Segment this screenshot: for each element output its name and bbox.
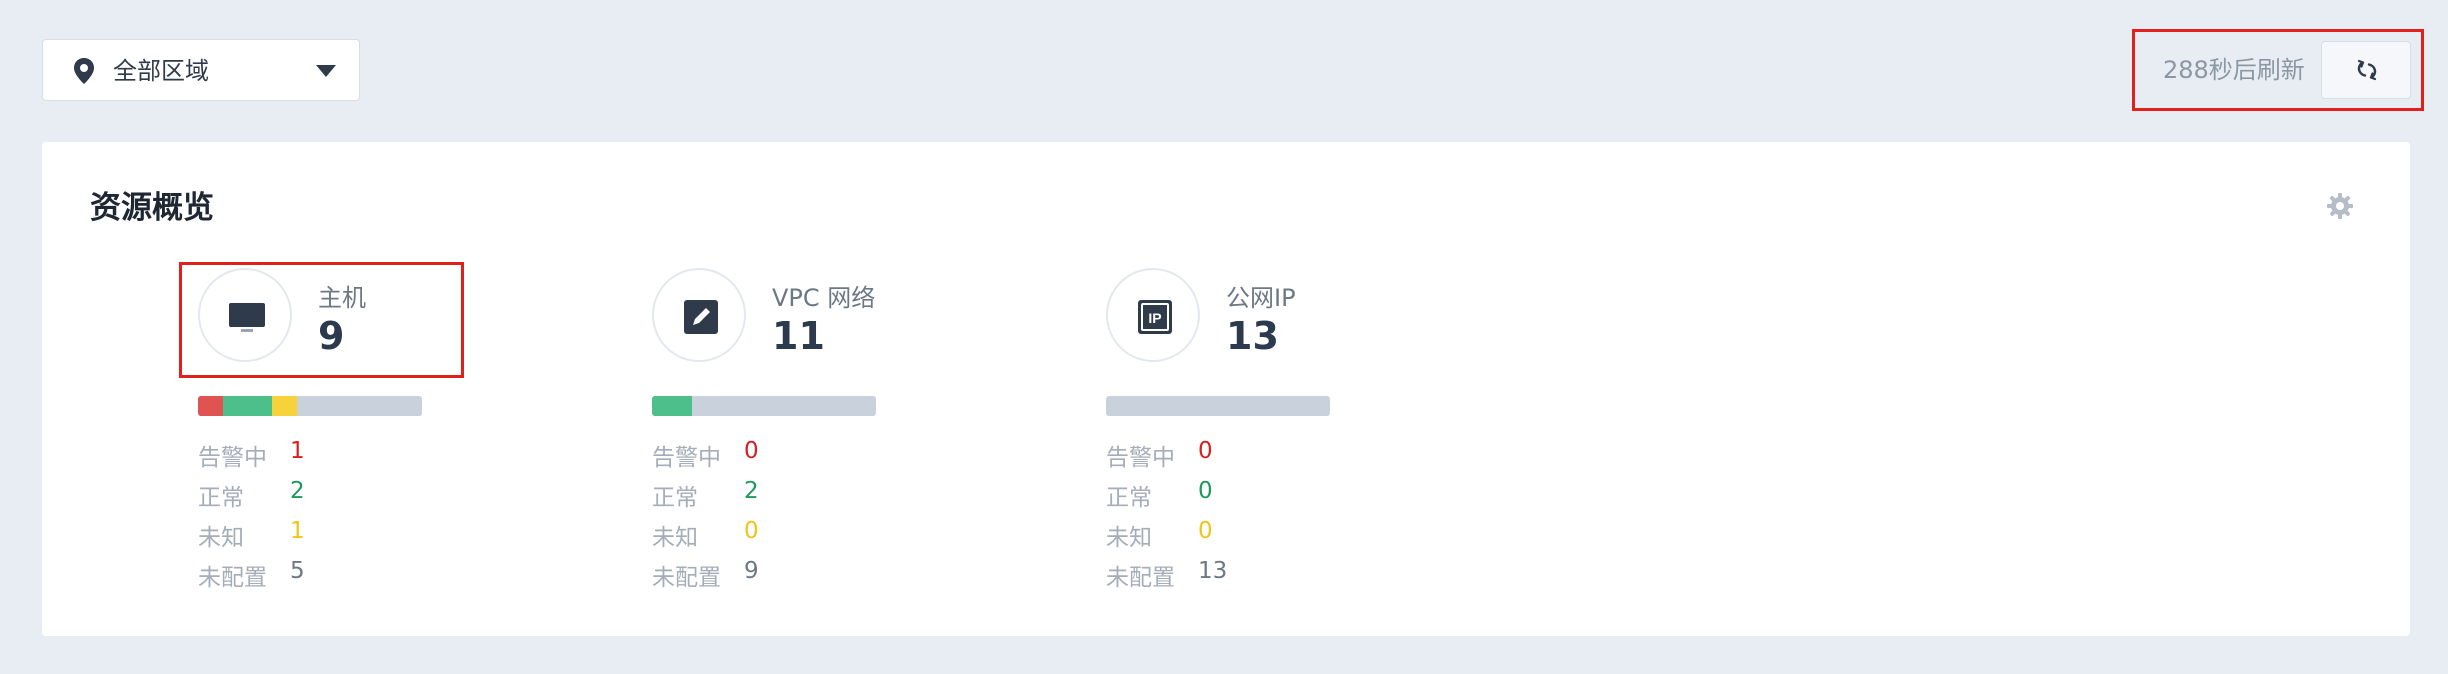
resource-count: 13 — [1226, 314, 1279, 358]
stat-label: 未配置 — [1106, 565, 1175, 591]
stat-label: 正常 — [198, 485, 244, 511]
stat-row: 告警中 0 — [652, 438, 759, 472]
stat-value: 0 — [1198, 518, 1213, 544]
stat-row: 告警中 0 — [1106, 438, 1213, 472]
stat-label: 未配置 — [652, 565, 721, 591]
stat-label: 未知 — [198, 525, 244, 551]
status-bar-alarm — [198, 396, 223, 416]
vpc-edit-icon — [684, 300, 718, 334]
region-select[interactable]: 全部区域 — [42, 39, 360, 101]
stat-row: 正常 0 — [1106, 478, 1213, 512]
stat-value: 9 — [744, 558, 759, 584]
stat-row: 未知 0 — [652, 518, 759, 552]
stat-row: 未知 0 — [1106, 518, 1213, 552]
stat-label: 告警中 — [1106, 445, 1175, 471]
stat-label: 告警中 — [652, 445, 721, 471]
refresh-countdown: 288秒后刷新 — [2163, 56, 2305, 84]
svg-text:IP: IP — [1148, 310, 1161, 326]
status-bar — [1106, 396, 1330, 416]
stat-label: 正常 — [652, 485, 698, 511]
resource-ip-icon-wrap: IP — [1106, 268, 1200, 362]
top-bar: 全部区域 288秒后刷新 — [0, 0, 2448, 140]
stat-value: 2 — [290, 478, 305, 504]
stat-row: 未知 1 — [198, 518, 305, 552]
stat-value: 5 — [290, 558, 305, 584]
status-bar-normal — [652, 396, 693, 416]
stat-value: 2 — [744, 478, 759, 504]
gear-icon[interactable] — [2326, 192, 2354, 220]
region-select-label: 全部区域 — [113, 57, 209, 85]
stat-row: 未配置 9 — [652, 558, 759, 592]
resource-count: 11 — [772, 314, 825, 358]
stat-label: 未配置 — [198, 565, 267, 591]
stat-row: 未配置 13 — [1106, 558, 1227, 592]
map-pin-icon — [74, 58, 94, 84]
stat-value: 13 — [1198, 558, 1228, 584]
status-bar-normal — [222, 396, 272, 416]
status-bar-unknown — [271, 396, 297, 416]
stat-row: 告警中 1 — [198, 438, 305, 472]
stat-value: 0 — [1198, 438, 1213, 464]
refresh-button[interactable] — [2321, 41, 2411, 99]
resource-vpc[interactable]: VPC 网络 11 告警中 0 正常 2 未知 0 未配置 9 — [652, 268, 952, 598]
caret-down-icon — [316, 65, 336, 77]
resource-name: 公网IP — [1226, 284, 1296, 312]
resource-overview-card: 资源概览 主机 9 告警中 1 正常 2 未知 1 未配置 5 VPC 网络 1… — [42, 142, 2410, 636]
refresh-icon — [2357, 59, 2377, 81]
card-title: 资源概览 — [90, 190, 214, 226]
status-bar-unconfigured — [1106, 396, 1330, 416]
stat-row: 未配置 5 — [198, 558, 305, 592]
refresh-group: 288秒后刷新 — [2132, 29, 2424, 111]
status-bar-unconfigured — [296, 396, 422, 416]
stat-row: 正常 2 — [652, 478, 759, 512]
resource-vpc-icon-wrap — [652, 268, 746, 362]
status-bar — [652, 396, 876, 416]
stat-value: 1 — [290, 518, 305, 544]
stat-label: 未知 — [1106, 525, 1152, 551]
ip-icon: IP — [1138, 300, 1172, 334]
stat-value: 0 — [744, 518, 759, 544]
stat-row: 正常 2 — [198, 478, 305, 512]
stat-value: 1 — [290, 438, 305, 464]
status-bar — [198, 396, 422, 416]
stat-value: 0 — [1198, 478, 1213, 504]
stat-label: 正常 — [1106, 485, 1152, 511]
stat-label: 未知 — [652, 525, 698, 551]
host-highlight-box — [179, 262, 464, 378]
resource-name: VPC 网络 — [772, 284, 876, 312]
status-bar-unconfigured — [692, 396, 876, 416]
resource-public-ip[interactable]: IP 公网IP 13 告警中 0 正常 0 未知 0 未配置 13 — [1106, 268, 1406, 598]
stat-label: 告警中 — [198, 445, 267, 471]
stat-value: 0 — [744, 438, 759, 464]
